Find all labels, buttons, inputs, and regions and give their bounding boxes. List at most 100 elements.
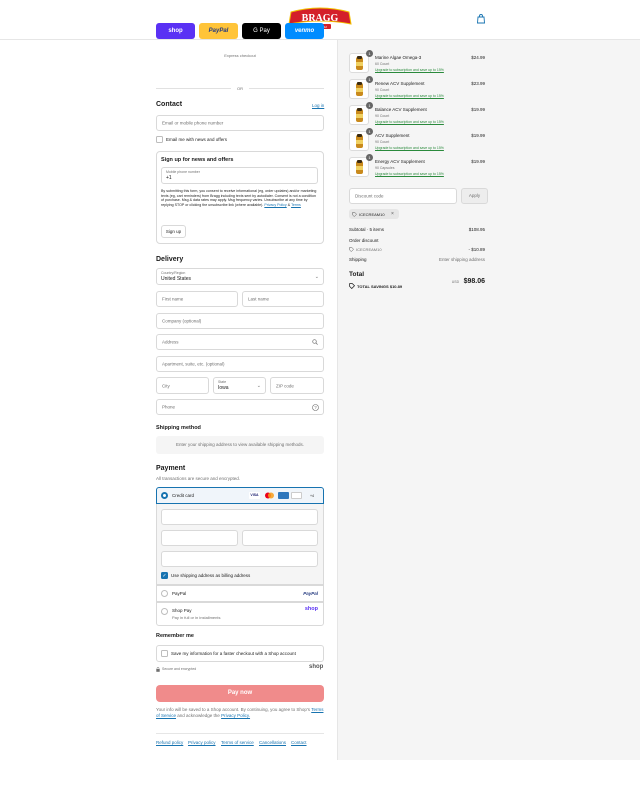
discover-icon xyxy=(291,492,302,499)
country-select[interactable]: Country/Region United States ⌄ xyxy=(156,268,324,285)
login-link[interactable]: Log in xyxy=(312,103,324,108)
item-name: ACV Supplement xyxy=(375,133,410,138)
news-checkbox[interactable] xyxy=(156,136,163,143)
discount-code-input[interactable]: Discount code xyxy=(349,188,457,204)
venmo-button[interactable]: venmo xyxy=(285,23,324,39)
mastercard-icon xyxy=(265,492,274,499)
product-image xyxy=(356,160,363,174)
terms-link[interactable]: Terms xyxy=(291,203,301,207)
contact-link[interactable]: Contact xyxy=(291,740,307,745)
quantity-badge: 1 xyxy=(366,76,373,83)
item-variant: 90 Count xyxy=(375,140,390,144)
total-savings: TOTAL SAVINGS $10.89 xyxy=(357,284,403,289)
paypal-express-button[interactable]: PayPal xyxy=(199,23,238,39)
upgrade-subscription-link[interactable]: Upgrade to subscription and save up to 1… xyxy=(375,120,444,124)
shop-pay-logo: shop xyxy=(304,606,318,612)
consent-text: By submitting this form, you consent to … xyxy=(161,189,317,207)
apartment-input[interactable]: Apartment, suite, etc. (optional) xyxy=(156,356,324,372)
visa-icon: VISA xyxy=(249,492,260,499)
item-variant: 90 Capsules xyxy=(375,166,395,170)
cancellations-link[interactable]: Cancellations xyxy=(259,740,286,745)
news-checkbox-label: Email me with news and offers xyxy=(166,137,227,142)
address-input[interactable]: Address xyxy=(156,334,324,350)
apply-button[interactable]: Apply xyxy=(461,188,488,204)
item-price: $23.99 xyxy=(471,81,485,86)
credit-card-radio[interactable] xyxy=(161,492,168,499)
paypal-radio[interactable] xyxy=(161,590,168,597)
contact-heading: Contact xyxy=(156,101,183,108)
remember-me-heading: Remember me xyxy=(156,633,194,639)
mobile-phone-input[interactable]: Mobile phone number +1 xyxy=(161,167,318,184)
amex-icon xyxy=(278,492,289,499)
privacy-policy-footer-link[interactable]: Privacy policy xyxy=(188,740,216,745)
remove-discount-icon[interactable]: × xyxy=(391,211,394,217)
item-name: Renew ACV Supplement xyxy=(375,81,425,86)
subtotal-value: $108.95 xyxy=(468,227,485,232)
shop-pay-option[interactable]: Shop Pay Pay in full or in installments … xyxy=(156,602,324,626)
bag-icon[interactable] xyxy=(476,14,486,24)
item-thumbnail: 1 xyxy=(349,102,373,125)
item-variant: 60 Count xyxy=(375,62,390,66)
paypal-logo: PayPal xyxy=(303,591,318,596)
secure-text: Secure and encrypted xyxy=(162,667,197,671)
company-input[interactable]: Company (optional) xyxy=(156,313,324,329)
quantity-badge: 1 xyxy=(366,154,373,161)
item-thumbnail: 1 xyxy=(349,128,373,151)
search-icon xyxy=(312,339,318,345)
save-info-checkbox[interactable] xyxy=(161,650,168,657)
shop-pay-express-button[interactable]: shop xyxy=(156,23,195,39)
terms-of-service-link[interactable]: Terms of service xyxy=(221,740,254,745)
savings-tag-icon xyxy=(349,283,355,289)
chevron-down-icon: ⌄ xyxy=(314,274,319,280)
more-cards-count: +4 xyxy=(310,494,314,498)
order-discount-label: Order discount xyxy=(349,238,379,243)
city-input[interactable]: City xyxy=(156,377,209,394)
tag-icon xyxy=(352,211,357,217)
chevron-down-icon: ⌄ xyxy=(256,383,261,389)
name-on-card-input[interactable] xyxy=(161,551,318,567)
credit-card-option[interactable]: Credit card VISA +4 xyxy=(156,487,324,504)
refund-policy-link[interactable]: Refund policy xyxy=(156,740,183,745)
item-price: $19.99 xyxy=(471,107,485,112)
product-image xyxy=(356,82,363,96)
zip-input[interactable]: ZIP code xyxy=(270,377,324,394)
shipping-value: Enter shipping address xyxy=(438,257,485,262)
first-name-input[interactable]: First name xyxy=(156,291,238,307)
discount-tag: ICECREAM10 × xyxy=(349,209,399,219)
expiration-input[interactable] xyxy=(161,530,238,546)
upgrade-subscription-link[interactable]: Upgrade to subscription and save up to 1… xyxy=(375,94,444,98)
save-info-label: Save my information for a faster checkou… xyxy=(171,651,296,656)
express-checkout-title: Express checkout xyxy=(224,53,256,58)
item-name: Balance ACV Supplement xyxy=(375,107,427,112)
phone-input[interactable]: Phone ? xyxy=(156,399,324,415)
pay-now-button[interactable]: Pay now xyxy=(156,685,324,702)
google-pay-button[interactable]: G Pay xyxy=(242,23,281,39)
shop-privacy-link[interactable]: Privacy Policy. xyxy=(221,713,250,718)
item-name: Marine Algae Omega-3 xyxy=(375,55,422,60)
item-variant: 90 Count xyxy=(375,114,390,118)
billing-checkbox[interactable]: ✓ xyxy=(161,572,168,579)
card-number-input[interactable] xyxy=(161,509,318,525)
product-image xyxy=(356,108,363,122)
product-image xyxy=(356,134,363,148)
shipping-method-heading: Shipping method xyxy=(156,425,201,431)
upgrade-subscription-link[interactable]: Upgrade to subscription and save up to 1… xyxy=(375,68,444,72)
email-input[interactable]: Email or mobile phone number xyxy=(156,115,324,131)
last-name-input[interactable]: Last name xyxy=(242,291,324,307)
privacy-policy-link[interactable]: Privacy Policy xyxy=(264,203,286,207)
lock-icon xyxy=(156,667,160,672)
help-icon[interactable]: ? xyxy=(312,404,319,411)
shop-pay-radio[interactable] xyxy=(161,608,168,615)
signup-button[interactable]: Sign up xyxy=(161,225,186,238)
payment-subtitle: All transactions are secure and encrypte… xyxy=(156,476,241,481)
signup-heading: Sign up for news and offers xyxy=(161,157,234,163)
discount-amount: - $10.89 xyxy=(468,247,485,252)
product-image xyxy=(356,56,363,70)
upgrade-subscription-link[interactable]: Upgrade to subscription and save up to 1… xyxy=(375,146,444,150)
upgrade-subscription-link[interactable]: Upgrade to subscription and save up to 1… xyxy=(375,172,444,176)
security-code-input[interactable] xyxy=(242,530,318,546)
paypal-option[interactable]: PayPal PayPal xyxy=(156,585,324,602)
legal-text: Your info will be saved to a Shop accoun… xyxy=(156,707,324,718)
item-price: $24.99 xyxy=(471,55,485,60)
state-select[interactable]: State Iowa ⌄ xyxy=(213,377,266,394)
